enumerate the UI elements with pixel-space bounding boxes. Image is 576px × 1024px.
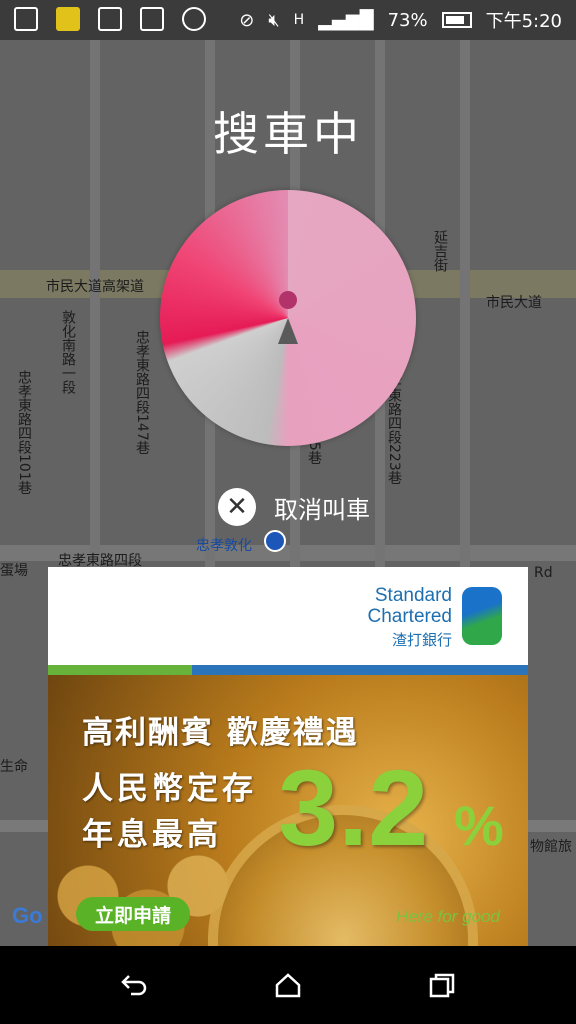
location-pointer-icon (278, 318, 298, 344)
sync-icon (182, 7, 206, 31)
system-status: ⊘ 🔇︎ H ▂▄▆█ 73% 下午5:20 (239, 7, 562, 33)
ad-rate: 3.2 (278, 747, 429, 868)
mute-icon: 🔇︎ (268, 9, 280, 31)
radar-animation (160, 190, 416, 446)
recent-apps-icon (429, 973, 455, 998)
brand-name: Standard Chartered 渣打銀行 (368, 585, 453, 650)
status-bar: ⊘ 🔇︎ H ▂▄▆█ 73% 下午5:20 (0, 0, 576, 40)
network-icon: H (293, 12, 305, 28)
current-location-marker (264, 530, 286, 552)
ad-banner[interactable]: Standard Chartered 渣打銀行 高利酬賓 歡慶禮遇 人民幣定存 … (48, 567, 528, 946)
no-disturb-icon: ⊘ (239, 9, 255, 31)
app-icon (56, 7, 80, 31)
brand-line-2: Chartered (367, 606, 453, 627)
ad-product: 人民幣定存 (82, 771, 257, 807)
ad-divider (48, 665, 528, 675)
home-button[interactable] (268, 968, 308, 1002)
notification-icons (14, 7, 206, 31)
radar-center-dot (279, 291, 297, 309)
brand-chinese: 渣打銀行 (391, 632, 452, 649)
close-icon[interactable]: ✕ (218, 488, 256, 526)
cancel-ride-label: 取消叫車 (274, 495, 370, 524)
task-icon (14, 7, 38, 31)
back-icon (121, 975, 147, 996)
brand-line-1: Standard (374, 585, 452, 606)
screen-rotate-icon (98, 7, 122, 31)
ad-content: 高利酬賓 歡慶禮遇 人民幣定存 年息最高 3.2 % 立即申請 Here for… (48, 675, 528, 946)
battery-percent: 73% (387, 9, 428, 31)
standard-chartered-logo-icon (462, 587, 502, 645)
apply-now-button[interactable]: 立即申請 (76, 897, 190, 931)
searching-title: 搜車中 (213, 107, 363, 161)
phone-icon (140, 7, 164, 31)
navigation-bar (0, 946, 576, 1024)
battery-icon (441, 12, 472, 28)
signal-icon: ▂▄▆█ (318, 9, 374, 31)
cancel-ride-button[interactable]: ✕ 取消叫車 (218, 488, 370, 526)
recent-apps-button[interactable] (422, 968, 462, 1002)
ad-header: Standard Chartered 渣打銀行 (48, 567, 528, 665)
google-logo: Go (12, 903, 43, 928)
ad-rate-label: 年息最高 (82, 817, 222, 853)
home-icon (275, 973, 301, 998)
ad-percent: % (454, 794, 504, 857)
back-button[interactable] (114, 968, 154, 1002)
clock: 下午5:20 (485, 11, 562, 32)
ad-tagline: Here for good (396, 907, 500, 926)
